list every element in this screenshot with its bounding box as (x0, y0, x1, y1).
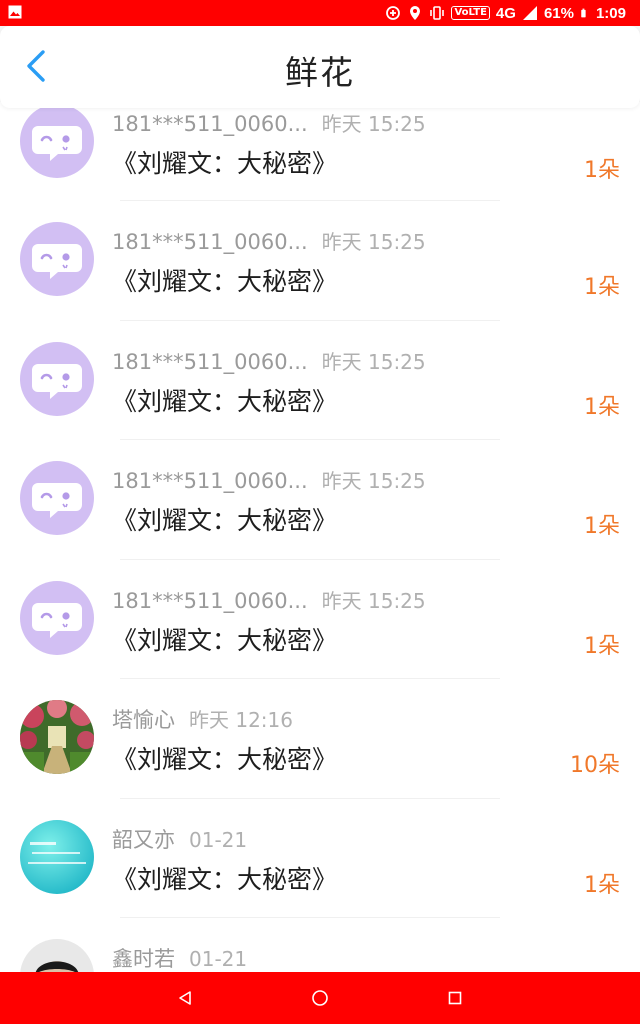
flower-gift-list[interactable]: 181***511_0060... 昨天 15:25 《刘耀文：大秘密》 1朵 1… (0, 102, 640, 972)
book-title: 《刘耀文：大秘密》 (112, 864, 338, 894)
signal-icon (522, 6, 537, 20)
navigation-bar (0, 972, 640, 1024)
sender-name: 181***511_0060... 昨天 15:25 (112, 230, 426, 254)
gift-time: 昨天 15:25 (321, 349, 426, 374)
flower-count: 10朵 (570, 753, 620, 778)
gift-time: 昨天 12:16 (189, 708, 293, 732)
header: 鲜花 (0, 26, 640, 108)
book-title: 《刘耀文：大秘密》 (112, 745, 338, 774)
battery-percent: 61% (543, 4, 574, 22)
cyan-text-image (20, 819, 94, 894)
gift-time: 昨天 15:25 (321, 230, 426, 254)
sender-name: 181***511_0060... 昨天 15:25 (112, 349, 426, 374)
page-title: 鲜花 (285, 53, 355, 92)
list-item[interactable]: 181***511_0060... 昨天 15:25 《刘耀文：大秘密》 1朵 (0, 321, 640, 440)
book-title: 《刘耀文：大秘密》 (112, 386, 338, 416)
list-item[interactable]: 韶又亦 01-21 《刘耀文：大秘密》 1朵 (0, 799, 640, 918)
nav-back-button[interactable] (172, 985, 198, 1011)
list-item[interactable]: 181***511_0060... 昨天 15:25 《刘耀文：大秘密》 1朵 (0, 560, 640, 679)
square-recents-icon (448, 991, 462, 1005)
sender-name: 181***511_0060... 昨天 15:25 (112, 469, 426, 493)
gift-time: 昨天 15:25 (321, 112, 426, 136)
chat-bubble-icon (32, 363, 82, 399)
sender-name: 韶又亦 01-21 (112, 827, 248, 852)
battery-icon (581, 8, 586, 18)
triangle-back-icon (179, 991, 191, 1005)
default-chat-avatar[interactable] (20, 461, 94, 535)
image-notification-icon (8, 5, 22, 19)
network-type: 4G (495, 4, 516, 22)
gift-time: 01-21 (189, 947, 248, 971)
default-chat-avatar[interactable] (20, 580, 94, 655)
list-item[interactable]: 鑫时若 01-21 (0, 918, 640, 972)
volte-badge: VoLTE (451, 6, 490, 20)
status-time: 1:09 (595, 4, 626, 22)
book-title: 《刘耀文：大秘密》 (112, 506, 338, 535)
default-chat-avatar[interactable] (20, 104, 94, 178)
flower-count: 1朵 (584, 275, 620, 300)
garden-photo-avatar[interactable] (20, 700, 94, 774)
circle-home-icon (312, 990, 328, 1006)
gift-time: 01-21 (189, 827, 248, 852)
list-item[interactable]: 181***511_0060... 昨天 15:25 《刘耀文：大秘密》 1朵 (0, 102, 640, 201)
flower-count: 1朵 (584, 514, 620, 539)
book-title: 《刘耀文：大秘密》 (112, 625, 338, 655)
status-bar: VoLTE 4G 61% 1:09 (0, 0, 640, 26)
sender-name: 181***511_0060... 昨天 15:25 (112, 588, 426, 613)
chat-bubble-icon (32, 126, 82, 161)
default-chat-avatar[interactable] (20, 222, 94, 296)
person-photo-avatar[interactable] (20, 939, 94, 972)
flower-count: 1朵 (584, 872, 620, 898)
nav-home-button[interactable] (307, 985, 333, 1011)
flower-count: 1朵 (584, 394, 620, 420)
gift-time: 昨天 15:25 (321, 588, 426, 613)
gift-time: 昨天 15:25 (321, 469, 426, 493)
chat-bubble-icon (32, 483, 82, 518)
flower-count: 1朵 (584, 633, 620, 659)
garden-image (20, 700, 94, 774)
sender-name: 鑫时若 01-21 (112, 947, 248, 971)
flower-count: 1朵 (584, 158, 620, 183)
list-item[interactable]: 181***511_0060... 昨天 15:25 《刘耀文：大秘密》 1朵 (0, 440, 640, 560)
cyan-text-avatar[interactable] (20, 819, 94, 894)
chat-bubble-icon (32, 602, 82, 638)
location-icon (410, 6, 421, 20)
person-image (20, 939, 94, 972)
default-chat-avatar[interactable] (20, 341, 94, 416)
vibrate-icon (430, 6, 445, 20)
nav-recents-button[interactable] (442, 985, 468, 1011)
sync-icon (386, 6, 401, 20)
book-title: 《刘耀文：大秘密》 (112, 267, 338, 296)
chat-bubble-icon (32, 244, 82, 279)
sender-name: 塔愉心 昨天 12:16 (112, 708, 293, 732)
list-item[interactable]: 181***511_0060... 昨天 15:25 《刘耀文：大秘密》 1朵 (0, 201, 640, 321)
book-title: 《刘耀文：大秘密》 (112, 149, 338, 178)
sender-name: 181***511_0060... 昨天 15:25 (112, 112, 426, 136)
list-item[interactable]: 塔愉心 昨天 12:16 《刘耀文：大秘密》 10朵 (0, 679, 640, 799)
